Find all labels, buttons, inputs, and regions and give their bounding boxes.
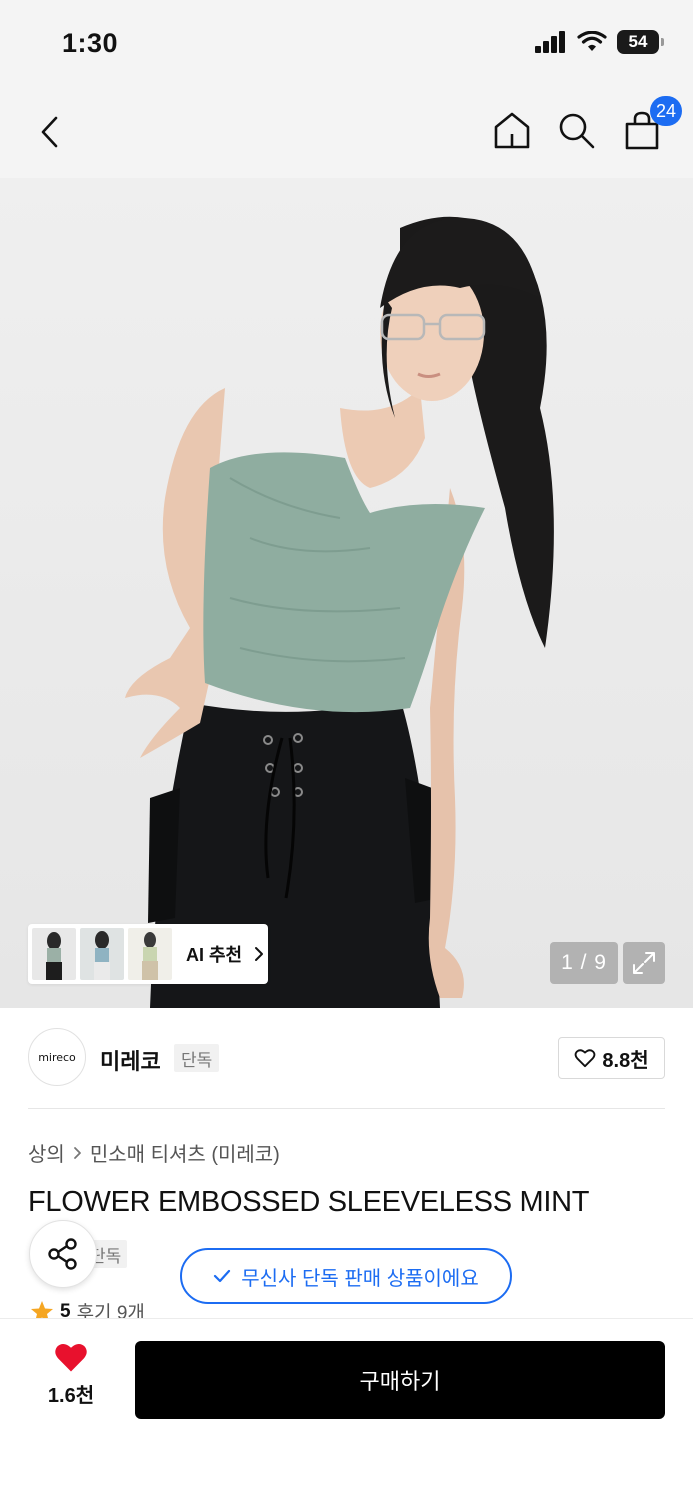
product-image-carousel[interactable]: AI 추천 1 / 9 bbox=[0, 178, 693, 1008]
ai-recommend-card[interactable]: AI 추천 bbox=[28, 924, 268, 984]
expand-icon bbox=[633, 952, 655, 974]
brand-row: mireco 미레코 단독 8.8천 bbox=[28, 1028, 665, 1086]
exclusive-tag: 단독 bbox=[174, 1044, 220, 1072]
brand-name[interactable]: 미레코 bbox=[100, 1044, 161, 1076]
ai-thumbnail bbox=[80, 928, 124, 980]
breadcrumb-category[interactable]: 상의 bbox=[28, 1138, 65, 1167]
brand-like-count: 8.8천 bbox=[602, 1049, 649, 1072]
brand-logo[interactable]: mireco bbox=[28, 1028, 86, 1086]
home-button[interactable] bbox=[490, 108, 534, 152]
search-icon bbox=[559, 113, 595, 149]
ai-thumbnail bbox=[32, 928, 76, 980]
signal-icon bbox=[535, 31, 565, 53]
share-button[interactable] bbox=[29, 1220, 97, 1288]
share-icon bbox=[48, 1238, 77, 1270]
divider bbox=[28, 1108, 665, 1109]
status-icons: 54 bbox=[535, 30, 664, 54]
wifi-icon bbox=[577, 31, 607, 51]
cart-count-badge: 24 bbox=[649, 96, 682, 126]
ai-thumbnail bbox=[128, 928, 172, 980]
brand-like-button[interactable]: 8.8천 bbox=[558, 1037, 665, 1079]
status-time: 1:30 bbox=[62, 28, 119, 58]
toast-text: 무신사 단독 판매 상품이에요 bbox=[241, 1267, 479, 1290]
like-count: 1.6천 bbox=[47, 1385, 95, 1407]
heart-outline-icon bbox=[575, 1049, 596, 1068]
image-counter: 1 / 9 bbox=[550, 942, 618, 984]
home-icon bbox=[494, 112, 530, 149]
like-button[interactable]: 1.6천 bbox=[30, 1341, 112, 1419]
expand-button[interactable] bbox=[623, 942, 665, 984]
product-title: FLOWER EMBOSSED SLEEVELESS MINT bbox=[28, 1186, 590, 1218]
nav-bar: 24 bbox=[0, 88, 693, 178]
product-photo bbox=[0, 178, 693, 1008]
battery-indicator: 54 bbox=[617, 30, 664, 54]
breadcrumb-subcategory[interactable]: 민소매 티셔츠 (미레코) bbox=[90, 1138, 280, 1167]
ai-recommend-label: AI 추천 bbox=[186, 945, 243, 965]
search-button[interactable] bbox=[554, 108, 598, 152]
heart-filled-icon bbox=[55, 1344, 87, 1372]
cart-button[interactable]: 24 bbox=[620, 96, 682, 152]
exclusive-toast: 무신사 단독 판매 상품이에요 bbox=[180, 1248, 512, 1304]
chevron-right-icon bbox=[73, 1146, 81, 1159]
status-bar: 1:30 54 bbox=[0, 0, 693, 88]
breadcrumb: 상의 민소매 티셔츠 (미레코) bbox=[28, 1138, 280, 1167]
bottom-action-bar: 1.6천 구매하기 bbox=[0, 1318, 693, 1500]
chevron-left-icon bbox=[41, 116, 58, 148]
check-icon bbox=[214, 1269, 231, 1283]
back-button[interactable] bbox=[30, 110, 70, 154]
chevron-right-icon bbox=[255, 947, 264, 961]
buy-button[interactable]: 구매하기 bbox=[135, 1341, 665, 1419]
